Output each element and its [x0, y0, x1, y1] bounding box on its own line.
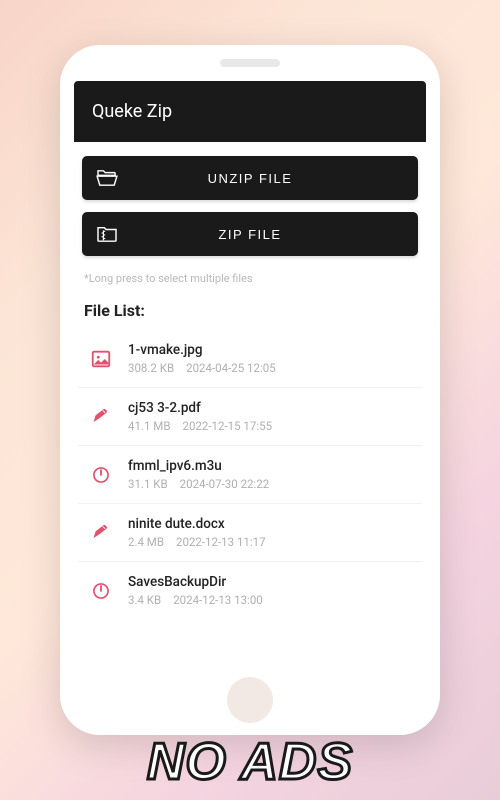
- image-icon: [86, 344, 116, 374]
- file-date: 2022-12-13 11:17: [176, 535, 266, 549]
- file-name: fmml_ipv6.m3u: [128, 458, 414, 474]
- file-subtext: 41.1 MB 2022-12-15 17:55: [128, 419, 414, 433]
- app-screen: Queke Zip UNZIP FILE: [74, 81, 426, 689]
- pencil-icon: [86, 518, 116, 548]
- file-date: 2024-04-25 12:05: [186, 361, 276, 375]
- file-row[interactable]: 1-vmake.jpg 308.2 KB 2024-04-25 12:05: [78, 330, 422, 388]
- pencil-icon: [86, 402, 116, 432]
- file-row[interactable]: fmml_ipv6.m3u 31.1 KB 2024-07-30 22:22: [78, 446, 422, 504]
- file-size: 2.4 MB: [128, 535, 164, 549]
- file-size: 3.4 KB: [128, 593, 161, 607]
- file-name: cj53 3-2.pdf: [128, 400, 414, 416]
- file-list-title: File List:: [74, 295, 426, 330]
- unzip-button-label: UNZIP FILE: [118, 171, 404, 186]
- file-list: 1-vmake.jpg 308.2 KB 2024-04-25 12:05 cj53 …: [74, 330, 426, 619]
- file-meta: cj53 3-2.pdf 41.1 MB 2022-12-15 17:55: [128, 400, 414, 433]
- multi-select-hint: *Long press to select multiple files: [74, 272, 426, 295]
- file-name: SavesBackupDir: [128, 574, 414, 590]
- app-header: Queke Zip: [74, 81, 426, 142]
- zip-button[interactable]: ZIP FILE: [82, 212, 418, 256]
- file-meta: SavesBackupDir 3.4 KB 2024-12-13 13:00: [128, 574, 414, 607]
- file-name: 1-vmake.jpg: [128, 342, 414, 358]
- file-meta: ninite dute.docx 2.4 MB 2022-12-13 11:17: [128, 516, 414, 549]
- file-meta: fmml_ipv6.m3u 31.1 KB 2024-07-30 22:22: [128, 458, 414, 491]
- file-subtext: 2.4 MB 2022-12-13 11:17: [128, 535, 414, 549]
- file-subtext: 308.2 KB 2024-04-25 12:05: [128, 361, 414, 375]
- promo-banner: NO ADS: [147, 732, 353, 792]
- file-name: ninite dute.docx: [128, 516, 414, 532]
- file-size: 41.1 MB: [128, 419, 170, 433]
- unzip-button[interactable]: UNZIP FILE: [82, 156, 418, 200]
- file-date: 2022-12-15 17:55: [182, 419, 272, 433]
- file-subtext: 3.4 KB 2024-12-13 13:00: [128, 593, 414, 607]
- power-icon: [86, 576, 116, 606]
- zip-folder-icon: [96, 225, 118, 243]
- file-size: 308.2 KB: [128, 361, 174, 375]
- file-meta: 1-vmake.jpg 308.2 KB 2024-04-25 12:05: [128, 342, 414, 375]
- power-icon: [86, 460, 116, 490]
- zip-button-label: ZIP FILE: [118, 227, 404, 242]
- action-button-area: UNZIP FILE ZIP FILE: [74, 142, 426, 272]
- file-date: 2024-07-30 22:22: [180, 477, 270, 491]
- file-row[interactable]: ninite dute.docx 2.4 MB 2022-12-13 11:17: [78, 504, 422, 562]
- file-row[interactable]: cj53 3-2.pdf 41.1 MB 2022-12-15 17:55: [78, 388, 422, 446]
- file-subtext: 31.1 KB 2024-07-30 22:22: [128, 477, 414, 491]
- phone-speaker: [220, 59, 280, 67]
- file-size: 31.1 KB: [128, 477, 168, 491]
- phone-frame: Queke Zip UNZIP FILE: [60, 45, 440, 735]
- app-title: Queke Zip: [92, 101, 172, 122]
- phone-home-button[interactable]: [227, 677, 273, 723]
- file-date: 2024-12-13 13:00: [173, 593, 263, 607]
- file-row[interactable]: SavesBackupDir 3.4 KB 2024-12-13 13:00: [78, 562, 422, 619]
- folder-open-icon: [96, 169, 118, 187]
